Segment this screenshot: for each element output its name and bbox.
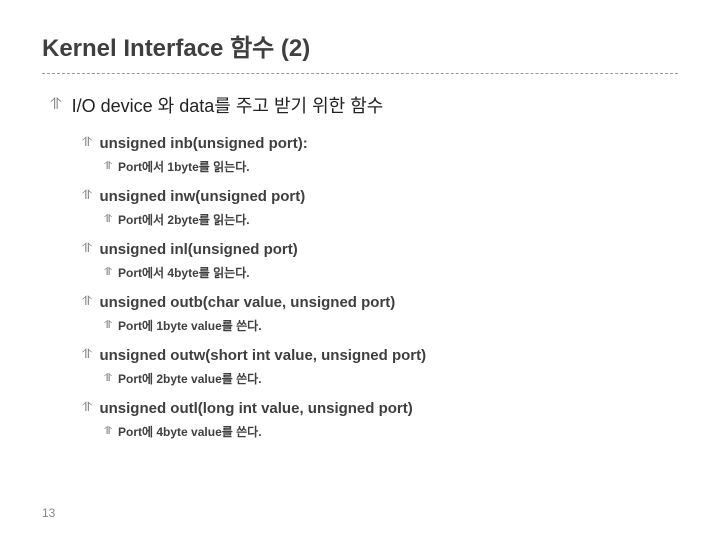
list-item: ⥣ Port에서 2byte를 읽는다. (104, 211, 678, 229)
function-desc: Port에서 1byte를 읽는다. (118, 158, 250, 176)
list-item: ⥣ Port에 2byte value를 쓴다. (104, 370, 678, 388)
list-item: ⥣ I/O device 와 data를 주고 받기 위한 함수 (50, 94, 678, 119)
function-heading: unsigned outb(char value, unsigned port) (99, 292, 395, 313)
function-list: ⥣ unsigned inb(unsigned port): ⥣ Port에서 … (82, 133, 678, 441)
function-desc: Port에서 2byte를 읽는다. (118, 211, 250, 229)
function-desc: Port에 1byte value를 쓴다. (118, 317, 262, 335)
bullet-icon: ⥣ (104, 158, 112, 175)
page-number: 13 (42, 506, 55, 520)
list-item: ⥣ unsigned inl(unsigned port) (82, 239, 678, 260)
list-item: ⥣ unsigned outw(short int value, unsigne… (82, 345, 678, 366)
function-heading: unsigned outw(short int value, unsigned … (99, 345, 426, 366)
function-desc: Port에 4byte value를 쓴다. (118, 423, 262, 441)
subtitle-text: I/O device 와 data를 주고 받기 위한 함수 (72, 94, 384, 119)
bullet-icon: ⥣ (82, 292, 91, 310)
function-desc: Port에 2byte value를 쓴다. (118, 370, 262, 388)
slide-title: Kernel Interface 함수 (2) (42, 28, 678, 74)
function-heading: unsigned inw(unsigned port) (99, 186, 305, 207)
bullet-icon: ⥣ (104, 423, 112, 440)
function-heading: unsigned inb(unsigned port): (99, 133, 307, 154)
list-item: ⥣ Port에 4byte value를 쓴다. (104, 423, 678, 441)
function-desc: Port에서 4byte를 읽는다. (118, 264, 250, 282)
bullet-icon: ⥣ (104, 317, 112, 334)
bullet-icon: ⥣ (82, 133, 91, 151)
bullet-icon: ⥣ (82, 186, 91, 204)
list-item: ⥣ Port에서 4byte를 읽는다. (104, 264, 678, 282)
bullet-icon: ⥣ (104, 211, 112, 228)
list-item: ⥣ unsigned inb(unsigned port): (82, 133, 678, 154)
list-item: ⥣ Port에서 1byte를 읽는다. (104, 158, 678, 176)
bullet-icon: ⥣ (50, 94, 62, 116)
function-heading: unsigned inl(unsigned port) (99, 239, 297, 260)
bullet-icon: ⥣ (82, 398, 91, 416)
list-item: ⥣ unsigned outl(long int value, unsigned… (82, 398, 678, 419)
function-heading: unsigned outl(long int value, unsigned p… (99, 398, 412, 419)
bullet-icon: ⥣ (104, 264, 112, 281)
list-item: ⥣ unsigned outb(char value, unsigned por… (82, 292, 678, 313)
bullet-icon: ⥣ (82, 345, 91, 363)
list-item: ⥣ unsigned inw(unsigned port) (82, 186, 678, 207)
list-item: ⥣ Port에 1byte value를 쓴다. (104, 317, 678, 335)
bullet-icon: ⥣ (82, 239, 91, 257)
bullet-icon: ⥣ (104, 370, 112, 387)
